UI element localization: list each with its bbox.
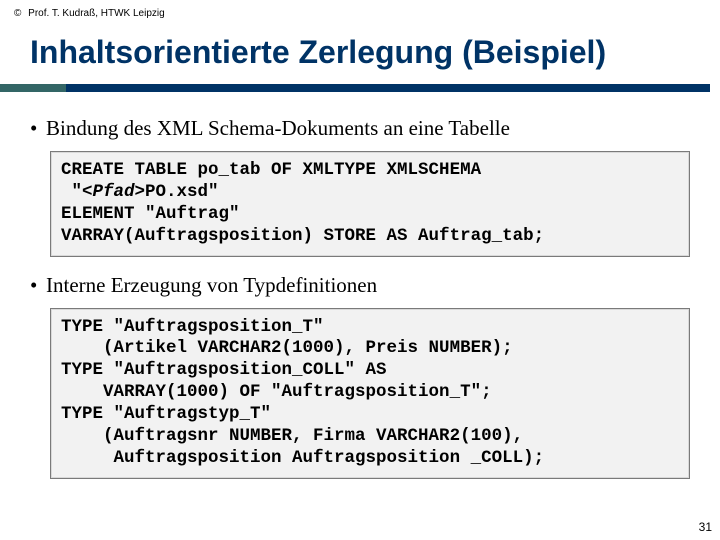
bullet-2-text: Interne Erzeugung von Typdefinitionen [46, 273, 377, 297]
bullet-1: •Bindung des XML Schema-Dokuments an ein… [30, 116, 690, 141]
code1-l4: VARRAY(Auftragsposition) STORE AS Auftra… [61, 226, 544, 246]
code-block-2: TYPE "Auftragsposition_T" (Artikel VARCH… [50, 308, 690, 479]
code2-l6: (Auftragsnr NUMBER, Firma VARCHAR2(100), [61, 426, 523, 446]
bullet-1-text: Bindung des XML Schema-Dokuments an eine… [46, 116, 510, 140]
title-underline [0, 84, 710, 92]
page-number: 31 [699, 520, 712, 534]
title-underline-accent [0, 84, 66, 92]
bullet-dot: • [30, 116, 46, 141]
code1-l1: CREATE TABLE po_tab OF XMLTYPE XMLSCHEMA [61, 160, 481, 180]
code1-l3: ELEMENT "Auftrag" [61, 204, 240, 224]
slide-title: Inhaltsorientierte Zerlegung (Beispiel) [30, 34, 700, 71]
bullet-2: •Interne Erzeugung von Typdefinitionen [30, 273, 690, 298]
code2-l1: TYPE "Auftragsposition_T" [61, 317, 324, 337]
slide-content: •Bindung des XML Schema-Dokuments an ein… [30, 110, 690, 495]
code2-l3: TYPE "Auftragsposition_COLL" AS [61, 360, 387, 380]
code2-l4: VARRAY(1000) OF "Auftragsposition_T"; [61, 382, 492, 402]
bullet-dot: • [30, 273, 46, 298]
copyright-line: © Prof. T. Kudraß, HTWK Leipzig [14, 8, 165, 19]
code1-l2-placeholder: <Pfad> [82, 182, 145, 202]
copyright-text: Prof. T. Kudraß, HTWK Leipzig [28, 8, 165, 19]
copyright-symbol: © [14, 8, 21, 19]
code-block-1: CREATE TABLE po_tab OF XMLTYPE XMLSCHEMA… [50, 151, 690, 257]
slide: © Prof. T. Kudraß, HTWK Leipzig Inhaltso… [0, 0, 720, 540]
code2-l5: TYPE "Auftragstyp_T" [61, 404, 271, 424]
code1-l2a: " [61, 182, 82, 202]
code1-l2b: PO.xsd" [145, 182, 219, 202]
code2-l7: Auftragsposition Auftragsposition _COLL)… [61, 448, 544, 468]
code2-l2: (Artikel VARCHAR2(1000), Preis NUMBER); [61, 338, 513, 358]
